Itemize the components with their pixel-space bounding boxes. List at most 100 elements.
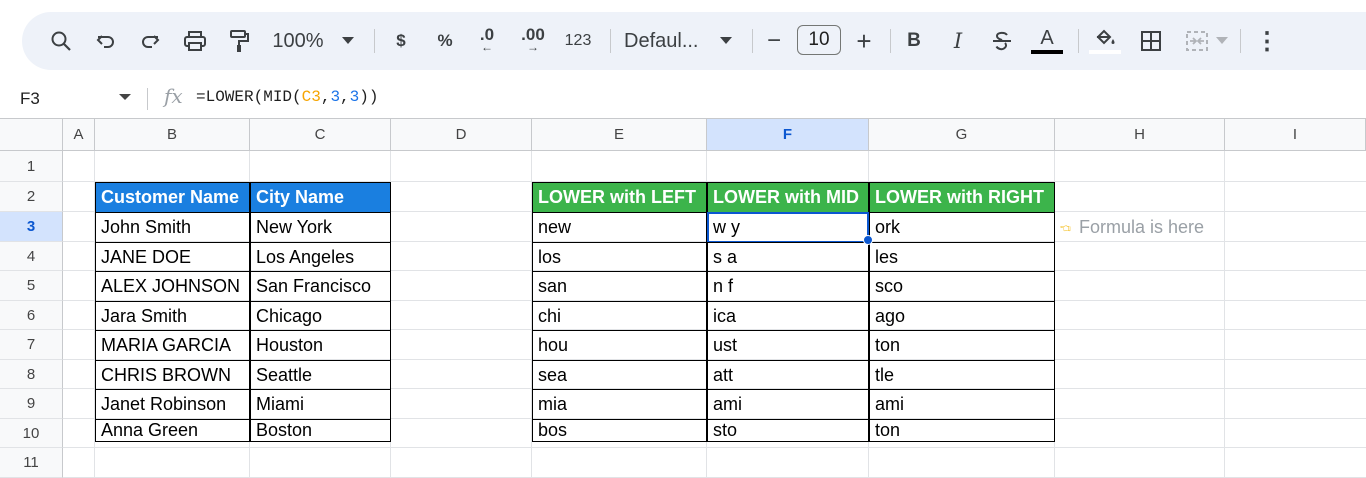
table-cell[interactable]: les <box>869 242 1055 272</box>
table-cell[interactable]: san <box>532 271 707 302</box>
table-cell[interactable]: s a <box>707 242 869 272</box>
table-cell[interactable]: sto <box>707 419 869 442</box>
table-cell[interactable]: chi <box>532 301 707 331</box>
select-all-corner[interactable] <box>0 119 63 151</box>
increase-decimal-button[interactable]: .00 → <box>516 12 550 70</box>
table-cell[interactable]: Janet Robinson <box>95 389 250 420</box>
paint-format-icon[interactable] <box>224 12 254 70</box>
table-header-cell[interactable]: LOWER with MID <box>707 182 869 213</box>
table-cell[interactable]: hou <box>532 330 707 361</box>
formula-input[interactable]: =LOWER(MID(C3,3,3)) <box>196 88 378 106</box>
strikethrough-icon[interactable] <box>988 12 1016 70</box>
row-header-2[interactable]: 2 <box>0 182 63 212</box>
column-header-i[interactable]: I <box>1225 119 1366 151</box>
row-header-7[interactable]: 7 <box>0 330 63 360</box>
font-size-increase-button[interactable]: + <box>853 12 875 70</box>
more-options-icon[interactable]: ⋮ <box>1255 12 1279 70</box>
table-cell[interactable]: Miami <box>250 389 391 420</box>
currency-format-button[interactable]: $ <box>390 12 412 70</box>
merge-cells-icon[interactable] <box>1182 12 1212 70</box>
active-cell[interactable]: w y <box>707 212 869 243</box>
table-cell[interactable]: JANE DOE <box>95 242 250 272</box>
table-cell[interactable]: San Francisco <box>250 271 391 302</box>
font-size-input[interactable]: 10 <box>797 25 841 55</box>
row-header-6[interactable]: 6 <box>0 301 63 330</box>
table-cell[interactable]: Boston <box>250 419 391 442</box>
table-cell[interactable]: ami <box>707 389 869 420</box>
formula-prefix: =LOWER(MID( <box>196 88 302 106</box>
table-cell[interactable]: ork <box>869 212 1055 243</box>
table-cell[interactable]: MARIA GARCIA <box>95 330 250 361</box>
name-box-dropdown-icon[interactable] <box>119 94 131 100</box>
table-cell[interactable]: ton <box>869 330 1055 361</box>
number-format-button[interactable]: 123 <box>562 12 594 70</box>
italic-button[interactable]: I <box>946 12 970 70</box>
row-header-11[interactable]: 11 <box>0 448 63 478</box>
table-cell[interactable]: mia <box>532 389 707 420</box>
column-header-h[interactable]: H <box>1055 119 1225 151</box>
table-cell[interactable]: bos <box>532 419 707 442</box>
decrease-decimal-button[interactable]: .0 ← <box>474 12 500 70</box>
formula-separator: , <box>340 88 350 106</box>
table-cell[interactable]: John Smith <box>95 212 250 243</box>
table-header-cell[interactable]: LOWER with RIGHT <box>869 182 1055 213</box>
table-cell[interactable]: ami <box>869 389 1055 420</box>
table-cell[interactable]: tle <box>869 360 1055 390</box>
table-cell[interactable]: ica <box>707 301 869 331</box>
table-cell[interactable]: CHRIS BROWN <box>95 360 250 390</box>
column-header-c[interactable]: C <box>250 119 391 151</box>
table-cell[interactable]: Los Angeles <box>250 242 391 272</box>
table-cell[interactable]: ton <box>869 419 1055 442</box>
table-cell[interactable]: Anna Green <box>95 419 250 442</box>
table-cell[interactable]: sco <box>869 271 1055 302</box>
print-icon[interactable] <box>180 12 210 70</box>
font-size-decrease-button[interactable]: − <box>764 12 784 70</box>
fill-handle[interactable] <box>863 235 873 245</box>
table-header-cell[interactable]: LOWER with LEFT <box>532 182 707 213</box>
table-cell[interactable]: ALEX JOHNSON <box>95 271 250 302</box>
font-dropdown-icon[interactable] <box>718 12 734 70</box>
column-header-e[interactable]: E <box>532 119 707 151</box>
table-cell[interactable]: Chicago <box>250 301 391 331</box>
row-header-8[interactable]: 8 <box>0 360 63 389</box>
table-cell[interactable]: ago <box>869 301 1055 331</box>
row-header-9[interactable]: 9 <box>0 389 63 419</box>
row-header-4[interactable]: 4 <box>0 242 63 271</box>
table-cell[interactable]: n f <box>707 271 869 302</box>
fill-color-icon[interactable] <box>1088 12 1122 70</box>
table-cell[interactable]: ust <box>707 330 869 361</box>
name-box[interactable]: F3 <box>20 86 120 112</box>
bold-button[interactable]: B <box>902 12 926 70</box>
table-cell[interactable]: New York <box>250 212 391 243</box>
column-header-a[interactable]: A <box>63 119 95 151</box>
column-header-b[interactable]: B <box>95 119 250 151</box>
table-cell[interactable]: att <box>707 360 869 390</box>
text-color-button[interactable]: A <box>1030 12 1064 70</box>
formula-suffix: )) <box>359 88 379 106</box>
table-header-cell[interactable]: City Name <box>250 182 391 213</box>
column-header-g[interactable]: G <box>869 119 1055 151</box>
column-header-f[interactable]: F <box>707 119 869 151</box>
percent-format-button[interactable]: % <box>432 12 458 70</box>
table-cell[interactable]: Seattle <box>250 360 391 390</box>
zoom-value[interactable]: 100% <box>268 12 328 70</box>
gridline <box>63 447 1366 448</box>
row-header-1[interactable]: 1 <box>0 151 63 182</box>
row-header-5[interactable]: 5 <box>0 271 63 301</box>
row-header-3[interactable]: 3 <box>0 212 63 242</box>
row-header-10[interactable]: 10 <box>0 419 63 448</box>
table-header-cell[interactable]: Customer Name <box>95 182 250 213</box>
borders-icon[interactable] <box>1136 12 1166 70</box>
zoom-dropdown-icon[interactable] <box>340 12 356 70</box>
table-cell[interactable]: Jara Smith <box>95 301 250 331</box>
search-icon[interactable] <box>46 12 76 70</box>
table-cell[interactable]: los <box>532 242 707 272</box>
merge-dropdown-icon[interactable] <box>1214 12 1230 70</box>
undo-icon[interactable] <box>92 12 120 70</box>
column-header-d[interactable]: D <box>391 119 532 151</box>
table-cell[interactable]: new <box>532 212 707 243</box>
font-family-select[interactable]: Defaul... <box>624 12 708 70</box>
redo-icon[interactable] <box>136 12 164 70</box>
table-cell[interactable]: Houston <box>250 330 391 361</box>
table-cell[interactable]: sea <box>532 360 707 390</box>
